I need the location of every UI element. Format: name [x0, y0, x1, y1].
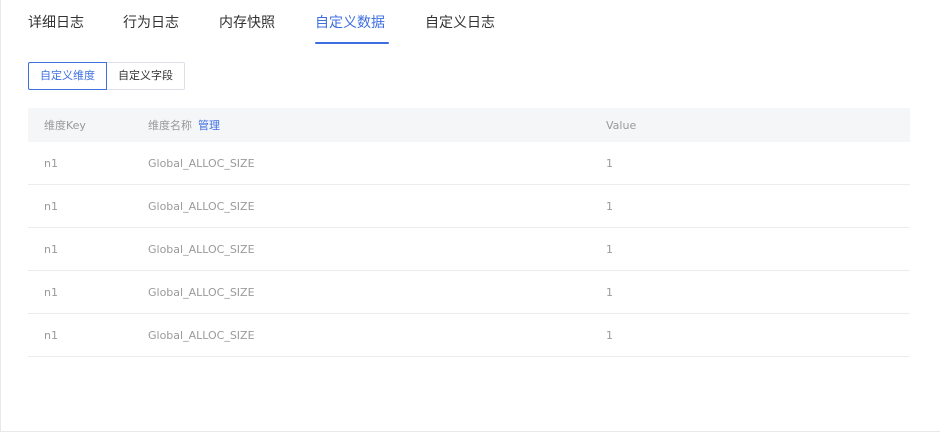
tab-custom-log[interactable]: 自定义日志 [425, 13, 495, 33]
column-header-value: Value [606, 118, 637, 132]
tab-behavior-log[interactable]: 行为日志 [123, 13, 179, 33]
table-row: n1 Global_ALLOC_SIZE 1 [28, 271, 910, 314]
cell-value: 1 [606, 328, 613, 342]
column-header-name: 维度名称 管理 [148, 117, 220, 133]
custom-data-panel: 详细日志 行为日志 内存快照 自定义数据 自定义日志 自定义维度 自定义字段 维… [0, 0, 940, 432]
subtab-custom-field[interactable]: 自定义字段 [107, 62, 185, 90]
log-tabs: 详细日志 行为日志 内存快照 自定义数据 自定义日志 [1, 0, 940, 46]
subtab-toggle-group: 自定义维度 自定义字段 [28, 62, 185, 90]
cell-name: Global_ALLOC_SIZE [148, 328, 255, 342]
table-row: n1 Global_ALLOC_SIZE 1 [28, 142, 910, 185]
tab-memory-snapshot[interactable]: 内存快照 [219, 13, 275, 33]
cell-key: n1 [44, 285, 58, 299]
cell-value: 1 [606, 156, 613, 170]
column-header-name-label: 维度名称 [148, 119, 192, 132]
active-tab-indicator [315, 42, 389, 44]
cell-value: 1 [606, 285, 613, 299]
cell-name: Global_ALLOC_SIZE [148, 285, 255, 299]
table-row: n1 Global_ALLOC_SIZE 1 [28, 228, 910, 271]
column-header-key: 维度Key [44, 119, 86, 132]
cell-key: n1 [44, 156, 58, 170]
tab-custom-data[interactable]: 自定义数据 [315, 13, 385, 33]
table-row: n1 Global_ALLOC_SIZE 1 [28, 314, 910, 357]
cell-key: n1 [44, 328, 58, 342]
subtab-custom-dimension[interactable]: 自定义维度 [28, 62, 107, 90]
cell-value: 1 [606, 242, 613, 256]
cell-key: n1 [44, 242, 58, 256]
cell-name: Global_ALLOC_SIZE [148, 156, 255, 170]
cell-name: Global_ALLOC_SIZE [148, 242, 255, 256]
tab-detail-log[interactable]: 详细日志 [28, 13, 84, 33]
dimension-table: 维度Key 维度名称 管理 Value n1 Global_ALLOC_SIZE … [28, 108, 910, 357]
manage-link[interactable]: 管理 [198, 119, 220, 132]
cell-key: n1 [44, 199, 58, 213]
table-header: 维度Key 维度名称 管理 Value [28, 108, 910, 142]
cell-value: 1 [606, 199, 613, 213]
table-row: n1 Global_ALLOC_SIZE 1 [28, 185, 910, 228]
cell-name: Global_ALLOC_SIZE [148, 199, 255, 213]
